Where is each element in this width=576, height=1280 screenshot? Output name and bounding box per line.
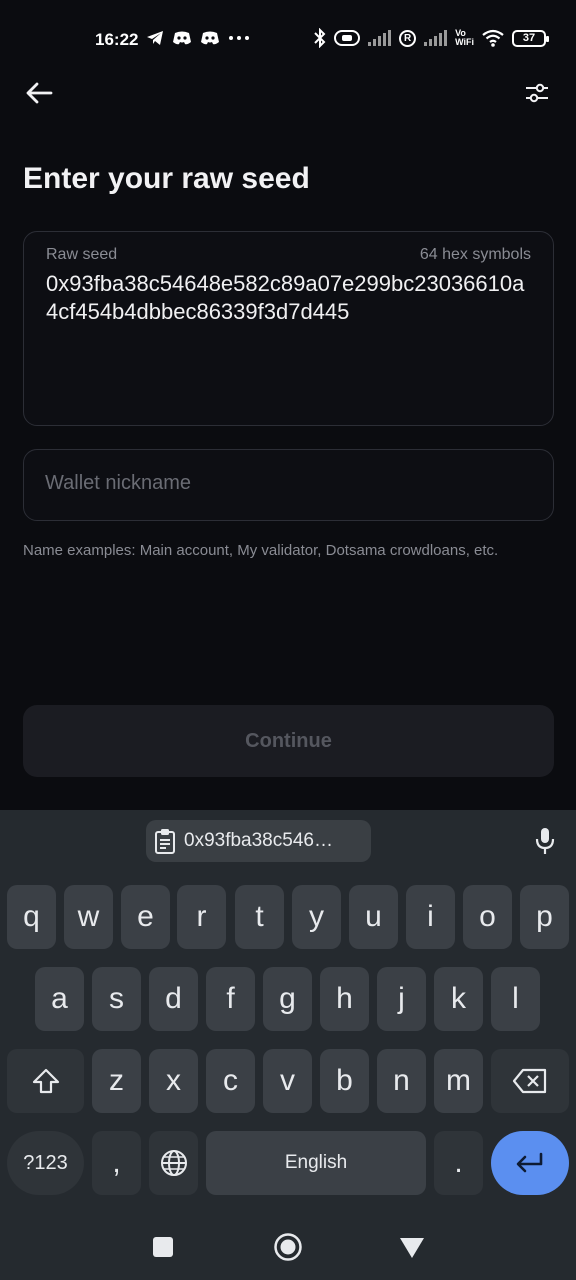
globe-icon <box>160 1150 187 1176</box>
more-dots-icon <box>229 36 249 40</box>
clipboard-text: 0x93fba38c546… <box>184 830 333 851</box>
clipboard-suggestion[interactable]: 0x93fba38c546… <box>146 820 371 862</box>
key-p[interactable]: p <box>520 885 569 949</box>
key-t[interactable]: t <box>235 885 284 949</box>
key-v[interactable]: v <box>263 1049 312 1113</box>
key-e[interactable]: e <box>121 885 170 949</box>
enter-icon <box>516 1152 543 1173</box>
bluetooth-icon <box>314 28 326 48</box>
microphone-button[interactable] <box>534 826 556 861</box>
raw-seed-hint: 64 hex symbols <box>419 246 531 263</box>
key-z[interactable]: z <box>92 1049 141 1113</box>
key-d[interactable]: d <box>149 967 198 1031</box>
status-time: 16:22 <box>95 30 139 49</box>
key-j[interactable]: j <box>377 967 426 1031</box>
key-b[interactable]: b <box>320 1049 369 1113</box>
backspace-icon <box>512 1068 547 1094</box>
backspace-key[interactable] <box>491 1049 569 1113</box>
language-key[interactable] <box>149 1131 198 1195</box>
key-o[interactable]: o <box>463 885 512 949</box>
key-i[interactable]: i <box>406 885 455 949</box>
wallet-nickname-input[interactable] <box>45 472 525 495</box>
symbols-key[interactable]: ?123 <box>7 1131 84 1195</box>
settings-button[interactable] <box>520 76 554 110</box>
battery-saver-icon <box>334 30 361 46</box>
status-bar: 16:22 R Vo WiFi 37 <box>0 0 576 80</box>
back-nav-button[interactable] <box>399 1237 425 1259</box>
key-x[interactable]: x <box>149 1049 198 1113</box>
key-k[interactable]: k <box>434 967 483 1031</box>
battery-icon: 37 <box>512 29 549 47</box>
raw-seed-value[interactable]: 0x93fba38c54648e582c89a07e299bc23036610a… <box>46 270 536 326</box>
key-u[interactable]: u <box>349 885 398 949</box>
discord-icon <box>173 31 191 45</box>
key-q[interactable]: q <box>7 885 56 949</box>
raw-seed-label: Raw seed <box>46 246 118 263</box>
signal-icon <box>368 30 392 46</box>
sliders-icon <box>526 83 548 103</box>
page-title: Enter your raw seed <box>23 162 310 195</box>
wallet-nickname-field[interactable] <box>23 449 554 521</box>
keyboard: 0x93fba38c546… q w e r t y u i o p a s d… <box>0 810 576 1280</box>
discord-icon <box>201 31 219 45</box>
microphone-icon <box>535 828 555 854</box>
key-w[interactable]: w <box>64 885 113 949</box>
system-icons: R Vo WiFi 37 <box>314 28 549 48</box>
key-g[interactable]: g <box>263 967 312 1031</box>
clipboard-icon <box>155 829 175 854</box>
wifi-icon <box>482 29 504 47</box>
telegram-icon <box>147 31 163 45</box>
key-m[interactable]: m <box>434 1049 483 1113</box>
continue-button[interactable]: Continue <box>23 705 554 777</box>
back-button[interactable] <box>22 76 56 110</box>
key-a[interactable]: a <box>35 967 84 1031</box>
signal-icon <box>424 30 448 46</box>
key-f[interactable]: f <box>206 967 255 1031</box>
enter-key[interactable] <box>491 1131 569 1195</box>
key-h[interactable]: h <box>320 967 369 1031</box>
key-l[interactable]: l <box>491 967 540 1031</box>
roaming-icon: R <box>399 29 417 47</box>
vowifi-icon: Vo WiFi <box>455 28 474 47</box>
key-s[interactable]: s <box>92 967 141 1031</box>
navigation-bar <box>0 1212 576 1280</box>
raw-seed-field[interactable]: Raw seed 64 hex symbols 0x93fba38c54648e… <box>23 231 554 426</box>
shift-icon <box>32 1068 59 1094</box>
recents-button[interactable] <box>152 1236 174 1258</box>
space-key[interactable]: English <box>206 1131 426 1195</box>
key-n[interactable]: n <box>377 1049 426 1113</box>
key-y[interactable]: y <box>292 885 341 949</box>
nickname-helper-text: Name examples: Main account, My validato… <box>23 542 499 559</box>
arrow-left-icon <box>26 82 53 104</box>
shift-key[interactable] <box>7 1049 84 1113</box>
key-r[interactable]: r <box>177 885 226 949</box>
comma-key[interactable]: , <box>92 1131 141 1195</box>
notification-icons <box>146 30 250 46</box>
key-c[interactable]: c <box>206 1049 255 1113</box>
period-key[interactable]: . <box>434 1131 483 1195</box>
home-button[interactable] <box>273 1232 303 1262</box>
